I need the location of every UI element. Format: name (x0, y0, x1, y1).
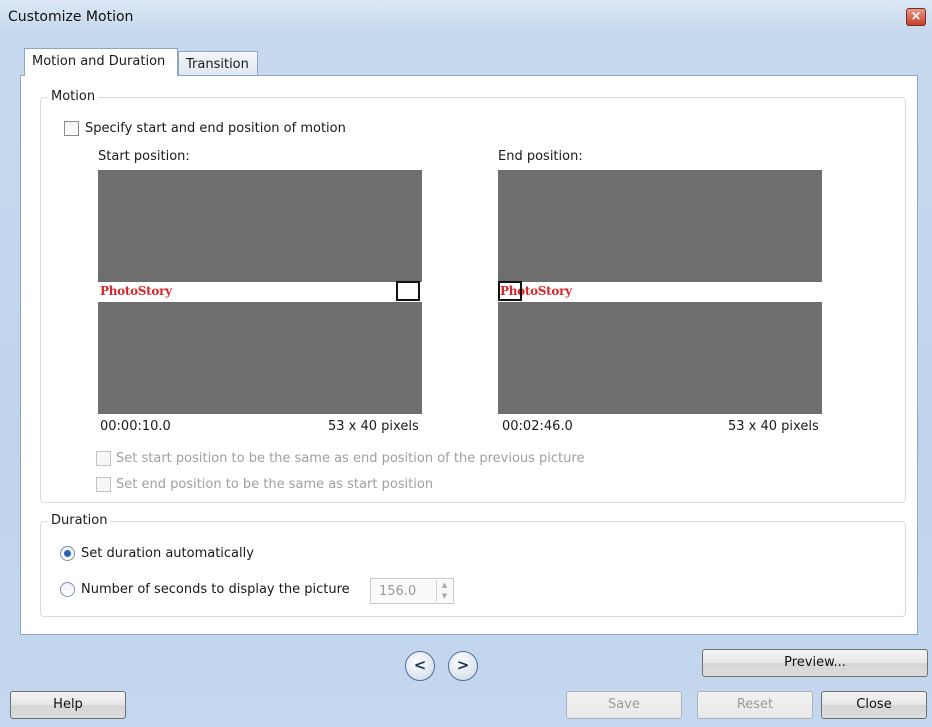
preview-button[interactable]: Preview... (702, 649, 928, 677)
close-button[interactable]: Close (821, 691, 927, 719)
start-position-preview[interactable]: PhotoStory (98, 170, 422, 414)
help-button[interactable]: Help (10, 691, 126, 719)
start-size: 53 x 40 pixels (328, 419, 419, 434)
stepper-buttons: ▲ ▼ (436, 580, 452, 602)
end-position-preview[interactable]: PhotoStory (498, 170, 822, 414)
reset-button[interactable]: Reset (697, 691, 813, 719)
same-as-previous-checkbox[interactable] (96, 451, 111, 466)
title-bar: Customize Motion × (0, 0, 932, 34)
end-selection-rectangle[interactable] (498, 281, 522, 301)
duration-group (40, 521, 906, 617)
same-as-previous-label: Set start position to be the same as end… (116, 451, 585, 466)
tab-motion-and-duration[interactable]: Motion and Duration (24, 48, 178, 76)
motion-group-label: Motion (48, 89, 99, 104)
seconds-value: 156.0 (379, 584, 417, 599)
duration-group-label: Duration (48, 513, 111, 528)
same-as-start-label: Set end position to be the same as start… (116, 477, 434, 492)
tab-transition[interactable]: Transition (178, 51, 258, 77)
specify-motion-label: Specify start and end position of motion (85, 121, 346, 136)
seconds-stepper[interactable]: 156.0 ▲ ▼ (370, 578, 454, 604)
image-strip: PhotoStory (98, 282, 422, 302)
save-button[interactable]: Save (566, 691, 682, 719)
stepper-up-icon[interactable]: ▲ (437, 580, 452, 591)
seconds-duration-label: Number of seconds to display the picture (81, 582, 350, 597)
end-position-label: End position: (498, 149, 583, 164)
next-picture-button[interactable]: > (448, 651, 478, 681)
tab-label: Transition (186, 57, 249, 72)
window-title: Customize Motion (8, 9, 134, 25)
previous-picture-button[interactable]: < (405, 651, 435, 681)
seconds-duration-radio[interactable] (60, 582, 75, 597)
start-time: 00:00:10.0 (100, 419, 171, 434)
specify-motion-checkbox[interactable] (64, 121, 79, 136)
auto-duration-label: Set duration automatically (81, 546, 254, 561)
same-as-start-checkbox[interactable] (96, 477, 111, 492)
window-close-icon[interactable]: × (906, 8, 926, 26)
start-position-label: Start position: (98, 149, 190, 164)
auto-duration-radio[interactable] (60, 546, 75, 561)
stepper-down-icon[interactable]: ▼ (437, 591, 452, 602)
chevron-right-icon: > (456, 656, 470, 674)
photostory-logo: PhotoStory (100, 284, 172, 298)
image-strip: PhotoStory (498, 282, 822, 302)
tab-label: Motion and Duration (32, 54, 166, 69)
end-size: 53 x 40 pixels (728, 419, 819, 434)
end-time: 00:02:46.0 (502, 419, 573, 434)
start-selection-rectangle[interactable] (396, 281, 420, 301)
chevron-left-icon: < (413, 656, 427, 674)
